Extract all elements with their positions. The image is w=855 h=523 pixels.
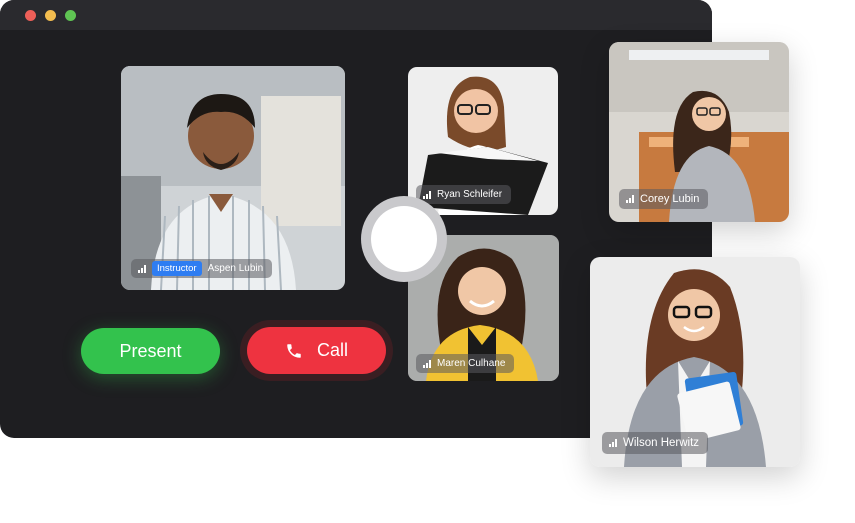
corey-name-tag: Corey Lubin (619, 189, 709, 209)
signal-bars-icon (423, 190, 431, 199)
video-tile-wilson[interactable]: Wilson Herwitz (590, 257, 800, 467)
maximize-window-button[interactable] (65, 10, 76, 21)
host-name-tag: Instructor Aspen Lubin (131, 259, 273, 278)
corey-name: Corey Lubin (640, 193, 700, 205)
maren-name-tag: Maren Culhane (416, 354, 515, 373)
minimize-window-button[interactable] (45, 10, 56, 21)
host-name: Aspen Lubin (207, 263, 264, 274)
video-tile-host[interactable]: Instructor Aspen Lubin (121, 66, 345, 290)
instructor-badge: Instructor (152, 261, 202, 276)
present-button[interactable]: Present (81, 328, 220, 374)
signal-bars-icon (626, 195, 634, 203)
video-tile-corey[interactable]: Corey Lubin (609, 42, 789, 222)
wilson-name-tag: Wilson Herwitz (602, 432, 709, 454)
wilson-name: Wilson Herwitz (623, 437, 700, 449)
host-photo (121, 66, 345, 290)
call-button[interactable]: Call (247, 327, 386, 374)
call-label: Call (316, 340, 348, 360)
signal-bars-icon (138, 264, 146, 273)
record-button[interactable] (361, 196, 447, 282)
phone-icon (287, 343, 301, 358)
title-bar (0, 0, 712, 30)
ryan-name: Ryan Schleifer (437, 189, 503, 200)
maren-name: Maren Culhane (437, 358, 506, 369)
signal-bars-icon (423, 359, 431, 368)
record-button-inner (371, 206, 437, 272)
ryan-name-tag: Ryan Schleifer (416, 185, 512, 204)
signal-bars-icon (609, 439, 617, 447)
close-window-button[interactable] (25, 10, 36, 21)
video-tile-ryan[interactable]: Ryan Schleifer (408, 67, 558, 215)
